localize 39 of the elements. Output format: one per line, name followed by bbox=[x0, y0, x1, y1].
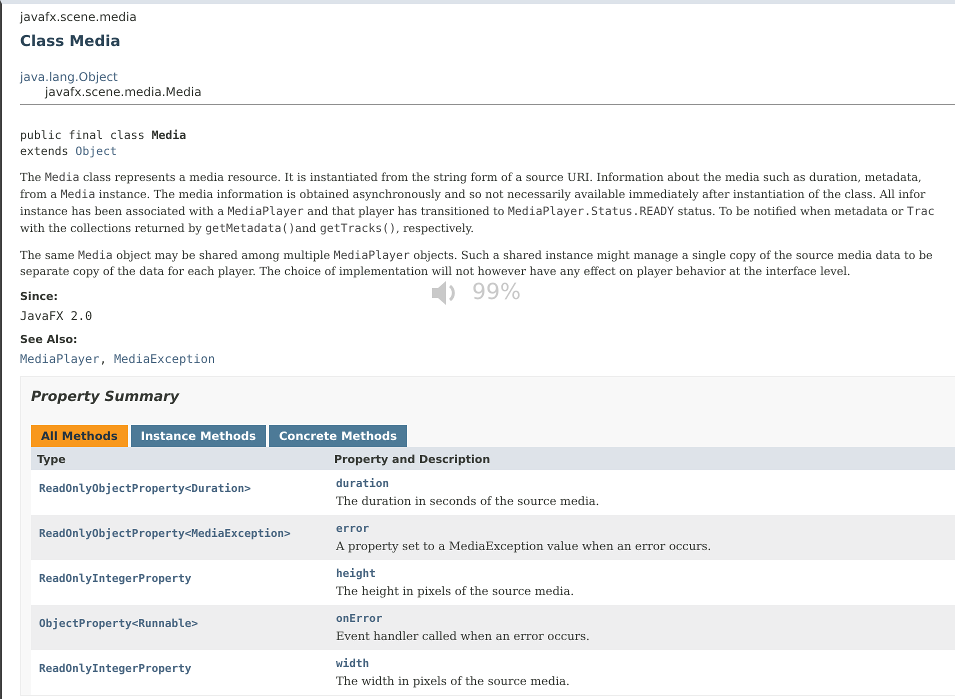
type-link[interactable]: ObjectProperty<Runnable> bbox=[39, 617, 198, 630]
see-also-link[interactable]: MediaPlayer bbox=[20, 352, 100, 366]
column-header: Property and Description bbox=[328, 447, 955, 470]
section-title: Property Summary bbox=[31, 389, 180, 405]
property-link[interactable]: onError bbox=[336, 612, 947, 626]
property-description: The height in pixels of the source media. bbox=[336, 584, 575, 599]
since-value: JavaFX 2.0 bbox=[20, 309, 92, 323]
type-link[interactable]: ReadOnlyIntegerProperty bbox=[39, 662, 192, 675]
description-line: instance has been associated with a MediaPlayer and that player has transitioned to MediaPlayer.Status.READY status. To be notified when metadata or Trac bbox=[20, 203, 936, 220]
property-link[interactable]: duration bbox=[336, 477, 947, 491]
description-line: from a Media instance. The media information is obtained asynchronously and so not necessarily available immediately after instantiation of the class. All infor bbox=[20, 186, 926, 203]
class-title: Class Media bbox=[20, 32, 122, 50]
method-tab[interactable]: Concrete Methods bbox=[268, 425, 408, 447]
property-description: Event handler called when an error occurs. bbox=[336, 629, 591, 644]
column-header: Type bbox=[31, 447, 328, 470]
inheritance-entry: javafx.scene.media.Media bbox=[44, 85, 203, 100]
see-also-label: See Also: bbox=[20, 333, 78, 346]
type-link[interactable]: ReadOnlyObjectProperty<MediaException> bbox=[39, 527, 291, 540]
class-extends: extends Object bbox=[20, 143, 118, 159]
see-also-link[interactable]: MediaException bbox=[114, 352, 216, 366]
description-line: separate copy of the data for each player. The choice of implementation will not however have any effect on player behavior at the interface level. bbox=[20, 264, 852, 280]
class-declaration: public final class Media bbox=[20, 127, 188, 143]
package-name: javafx.scene.media bbox=[20, 10, 138, 24]
description-line: with the collections returned by getMetadata()and getTracks(), respectively. bbox=[20, 220, 475, 237]
description-line: The Media class represents a media resource. It is instantiated from the string form of a source URI. Information about the media such as duration, metadata, bbox=[20, 169, 923, 186]
property-description: The width in pixels of the source media. bbox=[336, 674, 571, 689]
method-tab[interactable]: All Methods bbox=[31, 425, 128, 447]
property-description: The duration in seconds of the source media. bbox=[336, 494, 600, 509]
property-link[interactable]: height bbox=[336, 567, 947, 581]
property-description: A property set to a MediaException value when an error occurs. bbox=[336, 539, 712, 554]
inheritance-entry[interactable]: java.lang.Object bbox=[20, 70, 955, 85]
type-link[interactable]: ReadOnlyIntegerProperty bbox=[39, 572, 192, 585]
property-link[interactable]: error bbox=[336, 522, 947, 536]
method-tab[interactable]: Instance Methods bbox=[130, 425, 266, 447]
description-line: The same Media object may be shared among multiple MediaPlayer objects. Such a shared instance might manage a single copy of the source media data to be bbox=[20, 247, 934, 264]
link-separator: , bbox=[99, 352, 108, 366]
property-link[interactable]: width bbox=[336, 657, 947, 671]
since-label: Since: bbox=[20, 290, 58, 303]
type-link[interactable]: ReadOnlyObjectProperty<Duration> bbox=[39, 482, 251, 495]
